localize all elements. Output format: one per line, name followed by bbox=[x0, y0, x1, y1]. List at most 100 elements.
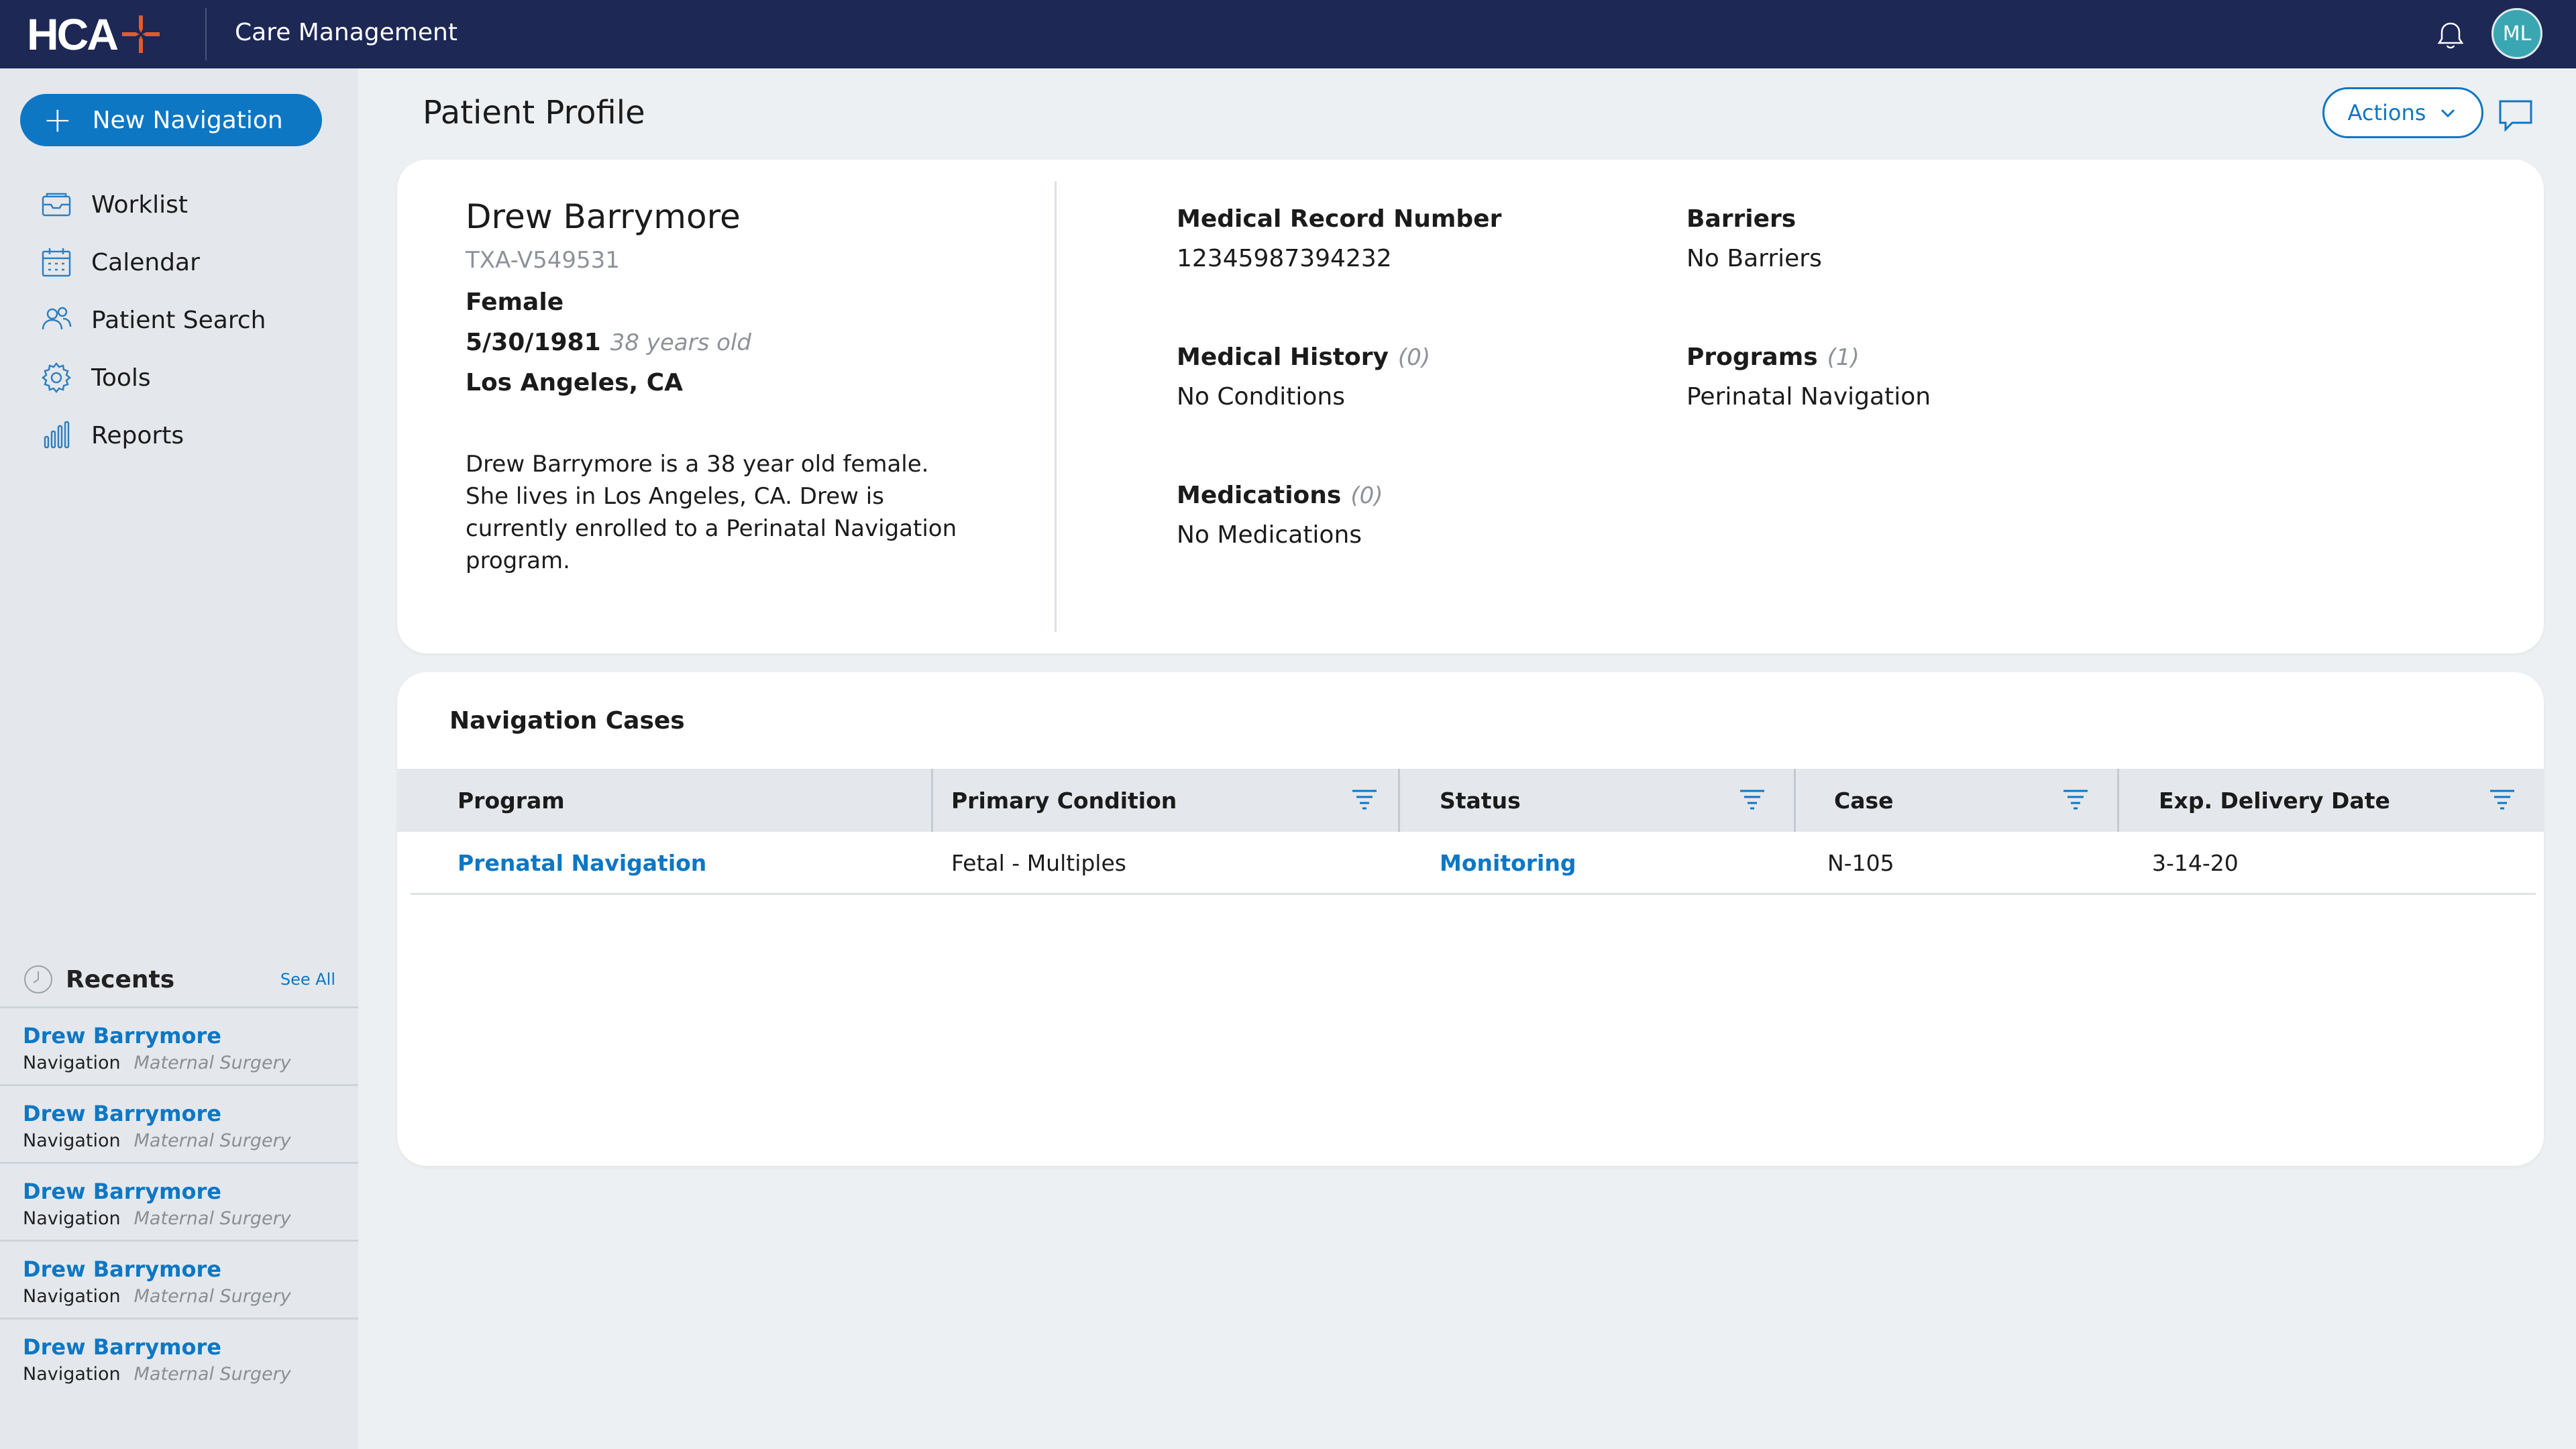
medications-count: (0) bbox=[1350, 482, 1383, 509]
recent-category: Maternal Surgery bbox=[133, 1286, 291, 1307]
medications-label-row: Medications (0) bbox=[1177, 482, 1383, 509]
recent-patient-name[interactable]: Drew Barrymore bbox=[23, 1334, 358, 1360]
filter-icon[interactable] bbox=[1351, 788, 1378, 812]
recent-patient-name[interactable]: Drew Barrymore bbox=[23, 1256, 358, 1282]
table-header: Program Primary Condition Status Case Ex… bbox=[397, 769, 2544, 832]
table-row[interactable]: Prenatal Navigation Fetal - Multiples Mo… bbox=[411, 832, 2536, 895]
barriers-value: No Barriers bbox=[1686, 245, 1822, 272]
cases-title: Navigation Cases bbox=[449, 707, 685, 735]
cell-program-link[interactable]: Prenatal Navigation bbox=[458, 832, 706, 894]
barriers-label: Barriers bbox=[1686, 205, 1796, 233]
sidebar-item-calendar[interactable]: Calendar bbox=[39, 233, 266, 291]
bell-icon[interactable] bbox=[2434, 19, 2467, 52]
recent-item[interactable]: Drew Barrymore Navigation Maternal Surger… bbox=[0, 1084, 358, 1162]
medical-history-label: Medical History bbox=[1177, 343, 1389, 371]
medical-history-label-row: Medical History (0) bbox=[1177, 343, 1430, 371]
column-header-case[interactable]: Case bbox=[1834, 769, 1894, 832]
logo-mark-icon bbox=[122, 15, 160, 53]
patient-age: 38 years old bbox=[610, 329, 751, 356]
chat-icon[interactable] bbox=[2497, 98, 2534, 133]
sidebar-item-worklist[interactable]: Worklist bbox=[39, 176, 266, 233]
column-header-primary-condition[interactable]: Primary Condition bbox=[951, 769, 1177, 832]
sidebar-item-label: Tools bbox=[91, 364, 151, 392]
recent-meta: Navigation Maternal Surgery bbox=[23, 1364, 358, 1385]
actions-dropdown-button[interactable]: Actions bbox=[2322, 87, 2483, 138]
filter-icon[interactable] bbox=[1739, 788, 1766, 812]
calendar-icon bbox=[42, 248, 71, 277]
sidebar-item-label: Calendar bbox=[91, 248, 200, 276]
medical-history-field: Medical History (0) No Conditions bbox=[1177, 343, 1430, 411]
patient-dob: 5/30/1981 bbox=[466, 329, 601, 356]
app-title: Care Management bbox=[235, 19, 458, 46]
plus-icon: + bbox=[43, 100, 72, 140]
recents-header: Recents See All bbox=[23, 961, 335, 998]
column-header-program[interactable]: Program bbox=[458, 769, 565, 832]
medications-field: Medications (0) No Medications bbox=[1177, 482, 1383, 549]
cell-exp-delivery-date: 3-14-20 bbox=[2152, 849, 2239, 876]
recent-meta: Navigation Maternal Surgery bbox=[23, 1053, 358, 1073]
recent-item[interactable]: Drew Barrymore Navigation Maternal Surger… bbox=[0, 1240, 358, 1318]
chevron-down-icon bbox=[2441, 109, 2455, 118]
recent-category: Maternal Surgery bbox=[133, 1130, 291, 1151]
page-title: Patient Profile bbox=[423, 94, 645, 131]
cell-case: N-105 bbox=[1827, 849, 1894, 876]
recent-meta: Navigation Maternal Surgery bbox=[23, 1130, 358, 1151]
gear-icon bbox=[41, 362, 72, 394]
sidebar-item-patient-search[interactable]: Patient Search bbox=[39, 291, 266, 349]
profile-divider bbox=[1055, 181, 1057, 632]
recent-item[interactable]: Drew Barrymore Navigation Maternal Surger… bbox=[0, 1006, 358, 1084]
clock-icon bbox=[24, 965, 52, 994]
programs-value: Perinatal Navigation bbox=[1686, 383, 1931, 411]
column-divider bbox=[1794, 769, 1796, 832]
recent-type: Navigation bbox=[23, 1364, 121, 1385]
recent-patient-name[interactable]: Drew Barrymore bbox=[23, 1179, 358, 1204]
patient-name: Drew Barrymore bbox=[466, 197, 741, 236]
sidebar-item-label: Reports bbox=[91, 421, 184, 449]
mrn-field: Medical Record Number 12345987394232 bbox=[1177, 205, 1501, 272]
inbox-icon bbox=[42, 193, 71, 217]
header-divider bbox=[205, 8, 207, 60]
recent-category: Maternal Surgery bbox=[133, 1208, 291, 1229]
see-all-link[interactable]: See All bbox=[280, 970, 335, 989]
column-divider bbox=[931, 769, 933, 832]
filter-icon[interactable] bbox=[2489, 788, 2516, 812]
column-divider bbox=[1398, 769, 1400, 832]
hca-logo[interactable]: HCA bbox=[27, 9, 162, 59]
cell-status-link[interactable]: Monitoring bbox=[1440, 832, 1576, 894]
recent-type: Navigation bbox=[23, 1053, 121, 1073]
sidebar-item-reports[interactable]: Reports bbox=[39, 407, 266, 464]
top-bar: HCA Care Management ML bbox=[0, 0, 2576, 68]
column-header-status[interactable]: Status bbox=[1440, 769, 1521, 832]
navigation-cases-card: Navigation Cases Program Primary Conditi… bbox=[397, 672, 2544, 1166]
sidebar-item-tools[interactable]: Tools bbox=[39, 349, 266, 407]
new-navigation-label: New Navigation bbox=[92, 106, 283, 134]
recent-item[interactable]: Drew Barrymore Navigation Maternal Surger… bbox=[0, 1162, 358, 1240]
new-navigation-button[interactable]: + New Navigation bbox=[20, 94, 322, 146]
recent-patient-name[interactable]: Drew Barrymore bbox=[23, 1023, 358, 1049]
recent-category: Maternal Surgery bbox=[133, 1364, 291, 1385]
recent-type: Navigation bbox=[23, 1130, 121, 1151]
user-avatar[interactable]: ML bbox=[2491, 8, 2542, 59]
patient-location: Los Angeles, CA bbox=[466, 369, 683, 396]
patient-gender: Female bbox=[466, 288, 564, 316]
medications-value: No Medications bbox=[1177, 521, 1362, 549]
programs-label-row: Programs (1) bbox=[1686, 343, 1931, 371]
recent-meta: Navigation Maternal Surgery bbox=[23, 1286, 358, 1307]
filter-icon[interactable] bbox=[2062, 788, 2089, 812]
patient-summary: Drew Barrymore is a 38 year old female. … bbox=[466, 451, 957, 574]
recent-item[interactable]: Drew Barrymore Navigation Maternal Surger… bbox=[0, 1318, 358, 1395]
recents-title: Recents bbox=[66, 965, 175, 994]
recent-patient-name[interactable]: Drew Barrymore bbox=[23, 1101, 358, 1126]
sidebar-nav: Worklist Calendar Patient Search Tools R… bbox=[39, 176, 266, 464]
recents-list: Drew Barrymore Navigation Maternal Surger… bbox=[0, 1006, 358, 1395]
people-icon bbox=[42, 307, 72, 330]
logo-text: HCA bbox=[27, 9, 119, 59]
sidebar-item-label: Patient Search bbox=[91, 306, 266, 334]
programs-label: Programs bbox=[1686, 343, 1818, 371]
column-header-exp-delivery-date[interactable]: Exp. Delivery Date bbox=[2159, 769, 2390, 832]
patient-id: TXA-V549531 bbox=[466, 247, 620, 274]
mrn-label: Medical Record Number bbox=[1177, 205, 1502, 233]
programs-count: (1) bbox=[1827, 344, 1860, 371]
bar-chart-icon bbox=[44, 421, 70, 449]
actions-label: Actions bbox=[2347, 100, 2426, 125]
